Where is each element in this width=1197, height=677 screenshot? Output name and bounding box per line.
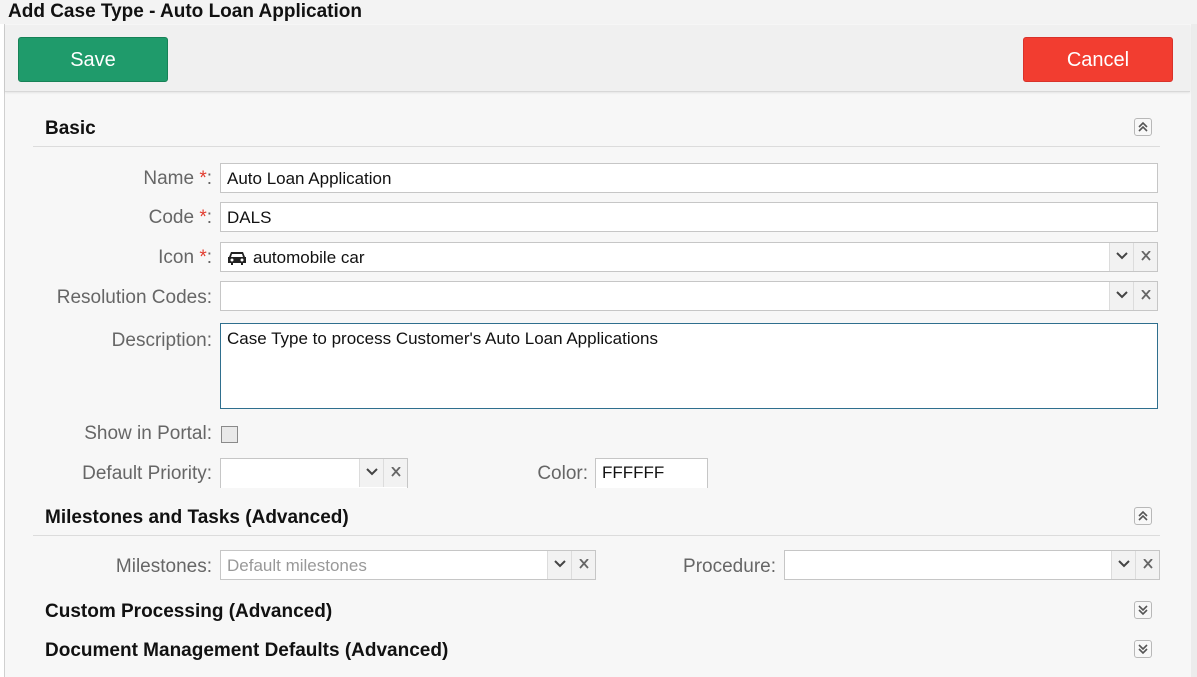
chevron-down-icon[interactable] [547, 551, 571, 579]
icon-select-value: automobile car [253, 248, 365, 267]
section-document-management-header[interactable]: Document Management Defaults (Advanced) [33, 634, 1160, 668]
window-titlebar: Add Case Type - Auto Loan Application [0, 0, 1197, 24]
chevron-down-icon[interactable] [1111, 551, 1135, 579]
clear-icon[interactable] [1133, 243, 1157, 271]
section-title: Milestones and Tasks (Advanced) [45, 507, 349, 528]
color-input[interactable]: FFFFFF [595, 458, 708, 488]
section-title: Basic [45, 118, 96, 139]
section-title: Document Management Defaults (Advanced) [45, 640, 449, 661]
milestones-label: Milestones: [115, 556, 212, 577]
clear-icon[interactable] [383, 459, 407, 487]
default-priority-select[interactable] [220, 458, 408, 488]
chevron-down-icon[interactable] [1109, 243, 1133, 271]
car-icon [227, 250, 247, 271]
resolution-codes-label: Resolution Codes: [56, 287, 212, 308]
window-title: Add Case Type - Auto Loan Application [8, 1, 362, 22]
icon-label: Icon *: [158, 247, 212, 268]
color-label: Color: [537, 463, 588, 484]
procedure-select[interactable] [784, 550, 1160, 580]
show-in-portal-checkbox[interactable] [221, 426, 238, 443]
cancel-button[interactable]: Cancel [1023, 37, 1173, 82]
expand-down-icon[interactable] [1134, 640, 1152, 658]
save-button[interactable]: Save [18, 37, 168, 82]
show-in-portal-label: Show in Portal: [84, 423, 212, 444]
section-basic-header[interactable]: Basic [33, 112, 1160, 147]
milestones-select[interactable]: Default milestones [220, 550, 596, 580]
toolbar: Save Cancel [5, 25, 1190, 92]
chevron-down-icon[interactable] [359, 459, 383, 487]
code-input[interactable]: DALS [220, 202, 1158, 232]
icon-select[interactable]: automobile car [220, 242, 1158, 272]
clear-icon[interactable] [571, 551, 595, 579]
collapse-up-icon[interactable] [1134, 118, 1152, 136]
description-textarea[interactable]: Case Type to process Customer's Auto Loa… [220, 323, 1158, 409]
scrollbar[interactable] [1191, 24, 1197, 677]
default-priority-label: Default Priority: [82, 463, 212, 484]
section-custom-processing-header[interactable]: Custom Processing (Advanced) [33, 595, 1160, 629]
chevron-down-icon[interactable] [1109, 282, 1133, 310]
clear-icon[interactable] [1133, 282, 1157, 310]
code-label: Code *: [148, 207, 212, 228]
procedure-label: Procedure: [683, 556, 776, 577]
section-milestones-header[interactable]: Milestones and Tasks (Advanced) [33, 501, 1160, 536]
section-title: Custom Processing (Advanced) [45, 601, 333, 622]
resolution-codes-select[interactable] [220, 281, 1158, 311]
name-input[interactable]: Auto Loan Application [220, 163, 1158, 193]
expand-down-icon[interactable] [1134, 601, 1152, 619]
clear-icon[interactable] [1135, 551, 1159, 579]
collapse-up-icon[interactable] [1134, 507, 1152, 525]
name-label: Name *: [143, 168, 212, 189]
description-label: Description: [111, 330, 212, 351]
